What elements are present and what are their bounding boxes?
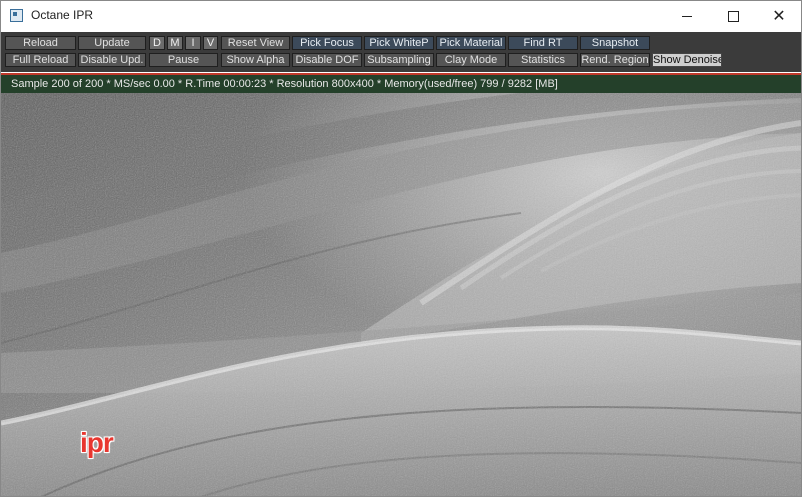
ipr-toolbar: Reload Update D M I V Reset View Pick Fo… — [1, 32, 801, 72]
statistics-button[interactable]: Statistics — [508, 53, 578, 67]
mode-v-button[interactable]: V — [203, 36, 218, 50]
full-reload-button[interactable]: Full Reload — [5, 53, 76, 67]
maximize-button[interactable] — [710, 1, 756, 32]
minimize-icon — [682, 16, 692, 17]
show-denoise-button[interactable]: Show Denoise — [652, 53, 722, 67]
pick-focus-button[interactable]: Pick Focus — [292, 36, 362, 50]
pick-whitep-button[interactable]: Pick WhiteP — [364, 36, 434, 50]
update-button[interactable]: Update — [78, 36, 146, 50]
render-image — [1, 93, 801, 496]
octane-ipr-window: Octane IPR ✕ Reload Update D M I V Reset… — [0, 0, 802, 497]
render-status-text: Sample 200 of 200 * MS/sec 0.00 * R.Time… — [11, 78, 558, 90]
subsampling-button[interactable]: Subsampling — [364, 53, 434, 67]
ipr-watermark: ipr — [80, 427, 114, 458]
title-bar[interactable]: Octane IPR ✕ — [1, 1, 801, 32]
render-status-bar: Sample 200 of 200 * MS/sec 0.00 * R.Time… — [1, 73, 801, 93]
show-alpha-button[interactable]: Show Alpha — [221, 53, 290, 67]
render-region-button[interactable]: Rend. Region — [580, 53, 650, 67]
mode-m-button[interactable]: M — [167, 36, 183, 50]
disable-dof-button[interactable]: Disable DOF — [292, 53, 362, 67]
window-title: Octane IPR — [31, 8, 94, 22]
pick-material-button[interactable]: Pick Material — [436, 36, 506, 50]
render-viewport[interactable]: ipr — [1, 93, 801, 496]
app-icon — [10, 9, 23, 22]
close-button[interactable]: ✕ — [756, 1, 801, 32]
maximize-icon — [727, 11, 739, 22]
find-rt-button[interactable]: Find RT — [508, 36, 578, 50]
pause-button[interactable]: Pause — [149, 53, 218, 67]
minimize-button[interactable] — [664, 1, 710, 32]
snapshot-button[interactable]: Snapshot — [580, 36, 650, 50]
close-icon: ✕ — [772, 7, 786, 25]
mode-d-button[interactable]: D — [149, 36, 165, 50]
clay-mode-button[interactable]: Clay Mode — [436, 53, 506, 67]
mode-i-button[interactable]: I — [185, 36, 201, 50]
reset-view-button[interactable]: Reset View — [221, 36, 290, 50]
disable-update-button[interactable]: Disable Upd. — [78, 53, 146, 67]
reload-button[interactable]: Reload — [5, 36, 76, 50]
